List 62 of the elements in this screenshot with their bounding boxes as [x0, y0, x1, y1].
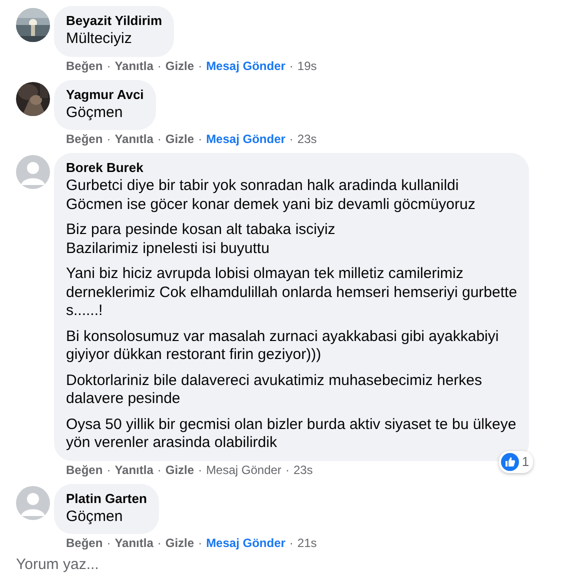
message-link[interactable]: Mesaj Gönder	[206, 58, 286, 74]
action-link[interactable]: Beğen	[66, 462, 103, 478]
separator: ·	[157, 462, 162, 478]
separator: ·	[198, 536, 202, 551]
comment-text: derneklerimiz Cok elhamdulillah onlarda hemseri hemseriyi gurbette	[66, 284, 518, 302]
comment-text: Doktorlariniz bile dalavereci avukatimiz muhasebecimiz herkes	[66, 372, 484, 390]
action-link[interactable]: Gizle	[165, 58, 194, 74]
comment-text: dalavere pesinde	[66, 390, 182, 408]
reaction-count: 1	[522, 454, 530, 470]
separator: ·	[106, 462, 111, 478]
comment-text: Göçmen	[66, 508, 124, 526]
separator: ·	[106, 58, 111, 74]
action-link[interactable]: Yanıtla	[114, 132, 154, 147]
comment-text: s......!	[66, 302, 104, 320]
comment-text: Göcmen ise göcer konar demek yani biz devamli göcmüyoruz	[66, 196, 476, 214]
comment-text: Bi konsolosumuz var masalah zurnaci ayakkabasi gibi ayakkabiyi	[66, 328, 500, 346]
separator: ·	[157, 58, 162, 74]
comment-text: Bazilarimiz ipnelesti isi buyuttu	[66, 240, 270, 258]
separator: ·	[106, 132, 111, 147]
separator: ·	[106, 536, 111, 551]
action-link[interactable]: Gizle	[165, 536, 194, 551]
separator: ·	[289, 536, 294, 551]
separator: ·	[289, 58, 294, 74]
author-name[interactable]: Beyazit Yildirim	[66, 13, 162, 29]
thumbs-up-icon	[500, 452, 519, 470]
separator: ·	[198, 58, 202, 74]
action-link[interactable]: Gizle	[165, 462, 194, 478]
action-link[interactable]: Yanıtla	[114, 58, 154, 74]
timestamp: 19s	[297, 58, 317, 74]
comment-text: Yani biz hiciz avrupda lobisi olmayan tek milletiz camilerimiz	[66, 265, 464, 284]
reaction-badge[interactable]: 1	[498, 450, 534, 472]
avatar-icon	[16, 486, 50, 520]
comment-text: Oysa 50 yillik bir gecmisi olan bizler burda aktiv siyaset te bu ülkeye	[66, 416, 518, 434]
separator: ·	[289, 132, 294, 147]
comment-text: Göçmen	[66, 104, 124, 122]
comment-input[interactable]: Yorum yaz...	[16, 555, 316, 573]
comment-text: yön verenler arasinda olabilirdik	[66, 434, 278, 452]
timestamp: 21s	[297, 536, 317, 551]
timestamp: 23s	[293, 462, 313, 478]
comment-text: Mülteciyiz	[66, 30, 133, 48]
author-name[interactable]: Yagmur Avci	[66, 86, 144, 102]
action-link[interactable]: Yanıtla	[114, 462, 154, 478]
comment-text: Gurbetci diye bir tabir yok sonradan halk aradinda kullanildi	[66, 177, 460, 196]
action-link[interactable]: Beğen	[66, 132, 103, 147]
message-link[interactable]: Mesaj Gönder	[206, 462, 282, 478]
action-link[interactable]: Beğen	[66, 58, 103, 74]
separator: ·	[198, 462, 202, 478]
comment-text: giyiyor dükkan restorant firin geziyor)))	[66, 346, 322, 364]
timestamp: 23s	[297, 132, 317, 147]
avatar-icon	[16, 155, 50, 189]
comment-text: Biz para pesinde kosan alt tabaka isciyiz	[66, 221, 336, 240]
author-name[interactable]: Borek Burek	[66, 160, 518, 176]
author-name[interactable]: Platin Garten	[66, 490, 147, 506]
message-link[interactable]: Mesaj Gönder	[206, 132, 286, 147]
action-link[interactable]: Yanıtla	[114, 536, 154, 551]
separator: ·	[157, 132, 162, 147]
action-link[interactable]: Gizle	[165, 132, 194, 147]
action-link[interactable]: Beğen	[66, 536, 103, 551]
separator: ·	[157, 536, 162, 551]
separator: ·	[285, 462, 290, 478]
message-link[interactable]: Mesaj Gönder	[206, 536, 286, 551]
separator: ·	[198, 132, 202, 147]
